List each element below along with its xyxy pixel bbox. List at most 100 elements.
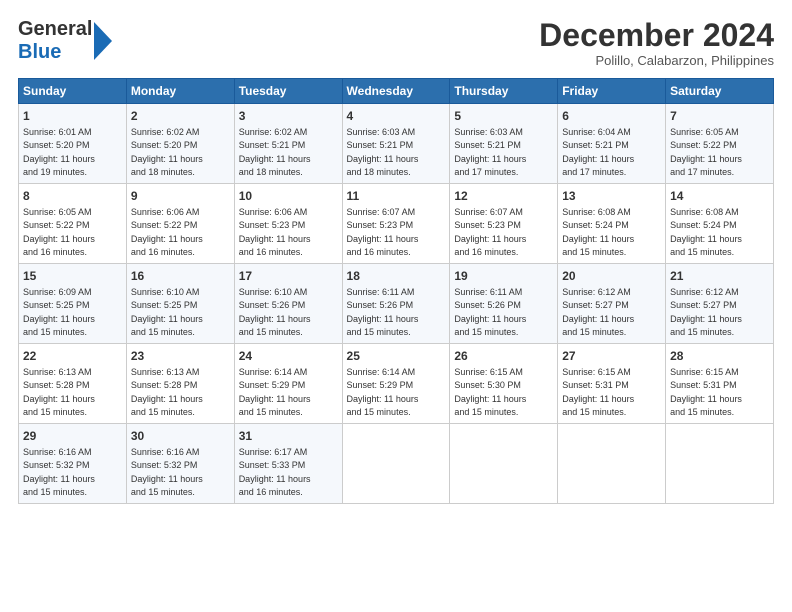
day-detail: Sunrise: 6:05 AM (23, 207, 92, 217)
day-detail: Sunrise: 6:12 AM (670, 287, 739, 297)
day-detail: Sunrise: 6:15 AM (670, 367, 739, 377)
table-row (558, 424, 666, 504)
day-detail: Daylight: 11 hours (239, 394, 311, 404)
table-row: 5Sunrise: 6:03 AMSunset: 5:21 PMDaylight… (450, 104, 558, 184)
day-detail: Daylight: 11 hours (454, 154, 526, 164)
day-detail: Sunset: 5:21 PM (239, 140, 306, 150)
day-detail: Sunrise: 6:16 AM (23, 447, 92, 457)
header: General Blue December 2024 Polillo, Cala… (18, 18, 774, 68)
day-detail: Daylight: 11 hours (239, 234, 311, 244)
day-detail: Sunrise: 6:05 AM (670, 127, 739, 137)
subtitle: Polillo, Calabarzon, Philippines (539, 53, 774, 68)
day-number: 20 (562, 268, 661, 285)
col-thursday: Thursday (450, 79, 558, 104)
col-tuesday: Tuesday (234, 79, 342, 104)
calendar-table: Sunday Monday Tuesday Wednesday Thursday… (18, 78, 774, 504)
day-detail: and 16 minutes. (239, 247, 303, 257)
table-row: 13Sunrise: 6:08 AMSunset: 5:24 PMDayligh… (558, 184, 666, 264)
day-detail: Sunrise: 6:06 AM (131, 207, 200, 217)
day-detail: Sunset: 5:21 PM (562, 140, 629, 150)
day-detail: Daylight: 11 hours (239, 474, 311, 484)
day-detail: Daylight: 11 hours (347, 234, 419, 244)
day-detail: and 15 minutes. (670, 247, 734, 257)
week-row-2: 8Sunrise: 6:05 AMSunset: 5:22 PMDaylight… (19, 184, 774, 264)
day-number: 2 (131, 108, 230, 125)
day-detail: Sunrise: 6:13 AM (23, 367, 92, 377)
day-detail: Daylight: 11 hours (670, 314, 742, 324)
day-number: 3 (239, 108, 338, 125)
day-detail: and 15 minutes. (347, 327, 411, 337)
day-number: 10 (239, 188, 338, 205)
day-detail: and 15 minutes. (239, 327, 303, 337)
day-detail: Sunset: 5:32 PM (23, 460, 90, 470)
day-detail: Sunrise: 6:02 AM (239, 127, 308, 137)
day-number: 22 (23, 348, 122, 365)
day-detail: Daylight: 11 hours (131, 154, 203, 164)
day-detail: Sunset: 5:32 PM (131, 460, 198, 470)
day-detail: and 15 minutes. (131, 407, 195, 417)
day-number: 24 (239, 348, 338, 365)
table-row: 2Sunrise: 6:02 AMSunset: 5:20 PMDaylight… (126, 104, 234, 184)
table-row: 22Sunrise: 6:13 AMSunset: 5:28 PMDayligh… (19, 344, 127, 424)
day-number: 15 (23, 268, 122, 285)
day-detail: Sunrise: 6:15 AM (454, 367, 523, 377)
day-detail: and 16 minutes. (347, 247, 411, 257)
day-detail: Sunset: 5:31 PM (562, 380, 629, 390)
col-sunday: Sunday (19, 79, 127, 104)
day-detail: Sunset: 5:22 PM (670, 140, 737, 150)
day-detail: Sunrise: 6:02 AM (131, 127, 200, 137)
day-detail: Sunrise: 6:15 AM (562, 367, 631, 377)
day-detail: and 15 minutes. (562, 407, 626, 417)
day-detail: Daylight: 11 hours (454, 394, 526, 404)
day-detail: Daylight: 11 hours (239, 314, 311, 324)
day-detail: Daylight: 11 hours (23, 394, 95, 404)
table-row: 18Sunrise: 6:11 AMSunset: 5:26 PMDayligh… (342, 264, 450, 344)
day-detail: Sunrise: 6:17 AM (239, 447, 308, 457)
day-detail: Sunset: 5:29 PM (239, 380, 306, 390)
table-row: 26Sunrise: 6:15 AMSunset: 5:30 PMDayligh… (450, 344, 558, 424)
day-detail: and 15 minutes. (131, 327, 195, 337)
table-row: 11Sunrise: 6:07 AMSunset: 5:23 PMDayligh… (342, 184, 450, 264)
table-row: 20Sunrise: 6:12 AMSunset: 5:27 PMDayligh… (558, 264, 666, 344)
day-detail: Sunset: 5:24 PM (562, 220, 629, 230)
week-row-5: 29Sunrise: 6:16 AMSunset: 5:32 PMDayligh… (19, 424, 774, 504)
day-detail: and 15 minutes. (454, 407, 518, 417)
day-detail: Sunset: 5:30 PM (454, 380, 521, 390)
day-detail: and 16 minutes. (454, 247, 518, 257)
day-number: 28 (670, 348, 769, 365)
day-detail: Daylight: 11 hours (562, 314, 634, 324)
day-detail: Sunrise: 6:07 AM (454, 207, 523, 217)
day-number: 23 (131, 348, 230, 365)
day-detail: Sunset: 5:33 PM (239, 460, 306, 470)
day-detail: Sunrise: 6:04 AM (562, 127, 631, 137)
day-detail: and 15 minutes. (562, 247, 626, 257)
week-row-4: 22Sunrise: 6:13 AMSunset: 5:28 PMDayligh… (19, 344, 774, 424)
day-number: 7 (670, 108, 769, 125)
table-row: 4Sunrise: 6:03 AMSunset: 5:21 PMDaylight… (342, 104, 450, 184)
day-detail: Sunset: 5:22 PM (131, 220, 198, 230)
day-detail: Daylight: 11 hours (131, 394, 203, 404)
table-row: 29Sunrise: 6:16 AMSunset: 5:32 PMDayligh… (19, 424, 127, 504)
day-detail: and 19 minutes. (23, 167, 87, 177)
day-detail: Sunrise: 6:09 AM (23, 287, 92, 297)
day-detail: and 16 minutes. (239, 487, 303, 497)
day-detail: Daylight: 11 hours (239, 154, 311, 164)
day-number: 27 (562, 348, 661, 365)
day-detail: Sunset: 5:22 PM (23, 220, 90, 230)
day-detail: and 18 minutes. (347, 167, 411, 177)
day-detail: and 15 minutes. (23, 407, 87, 417)
day-number: 9 (131, 188, 230, 205)
day-detail: Sunrise: 6:07 AM (347, 207, 416, 217)
day-detail: Sunrise: 6:12 AM (562, 287, 631, 297)
table-row: 16Sunrise: 6:10 AMSunset: 5:25 PMDayligh… (126, 264, 234, 344)
day-detail: Sunset: 5:24 PM (670, 220, 737, 230)
table-row: 30Sunrise: 6:16 AMSunset: 5:32 PMDayligh… (126, 424, 234, 504)
day-detail: Daylight: 11 hours (562, 154, 634, 164)
day-detail: Daylight: 11 hours (562, 234, 634, 244)
day-number: 14 (670, 188, 769, 205)
day-detail: Sunrise: 6:14 AM (347, 367, 416, 377)
day-detail: Sunrise: 6:08 AM (562, 207, 631, 217)
table-row: 7Sunrise: 6:05 AMSunset: 5:22 PMDaylight… (666, 104, 774, 184)
day-number: 1 (23, 108, 122, 125)
table-row: 23Sunrise: 6:13 AMSunset: 5:28 PMDayligh… (126, 344, 234, 424)
